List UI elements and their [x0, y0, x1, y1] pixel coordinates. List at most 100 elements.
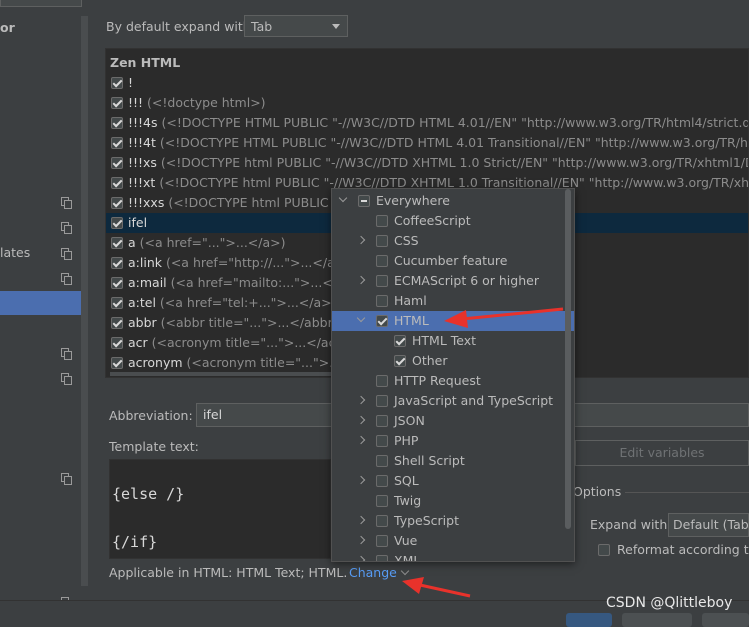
- context-checkbox[interactable]: [376, 375, 388, 387]
- chevron-right-icon[interactable]: [357, 396, 365, 404]
- context-item[interactable]: HTML Text: [332, 331, 574, 351]
- chevron-right-icon[interactable]: [357, 536, 365, 544]
- context-popup[interactable]: EverywhereCoffeeScriptCSSCucumber featur…: [331, 188, 575, 562]
- chevron-right-icon[interactable]: [357, 476, 365, 484]
- template-description: (<acronym title="...">...</acron: [148, 335, 356, 350]
- template-enabled-checkbox[interactable]: [111, 77, 123, 89]
- sidebar-scrollbar[interactable]: [81, 16, 88, 586]
- template-enabled-checkbox[interactable]: [111, 317, 123, 329]
- chevron-right-icon[interactable]: [357, 556, 365, 562]
- context-item[interactable]: Haml: [332, 291, 574, 311]
- template-enabled-checkbox[interactable]: [111, 297, 123, 309]
- context-checkbox[interactable]: [376, 515, 388, 527]
- context-checkbox[interactable]: [376, 475, 388, 487]
- ok-button[interactable]: [566, 613, 612, 627]
- template-enabled-checkbox[interactable]: [111, 257, 123, 269]
- options-divider: [625, 492, 749, 493]
- chevron-right-icon[interactable]: [357, 436, 365, 444]
- template-text-editor[interactable]: {else /} {/if}: [109, 459, 331, 559]
- context-item[interactable]: ECMAScript 6 or higher: [332, 271, 574, 291]
- context-item[interactable]: Everywhere: [332, 191, 574, 211]
- context-item[interactable]: Other: [332, 351, 574, 371]
- context-item[interactable]: PHP: [332, 431, 574, 451]
- sidebar-item-live-templates[interactable]: lates: [0, 245, 30, 260]
- chevron-right-icon[interactable]: [357, 236, 365, 244]
- template-enabled-checkbox[interactable]: [111, 137, 123, 149]
- context-checkbox[interactable]: [376, 495, 388, 507]
- arrow-line-change: [420, 585, 470, 596]
- template-row[interactable]: !: [106, 73, 749, 93]
- context-item[interactable]: Vue: [332, 531, 574, 551]
- context-item-label: Twig: [394, 493, 421, 508]
- template-row[interactable]: !!!4s (<!DOCTYPE HTML PUBLIC "-//W3C//DT…: [106, 113, 749, 133]
- template-row[interactable]: !!! (<!doctype html>): [106, 93, 749, 113]
- context-item-label: HTML: [394, 313, 429, 328]
- context-checkbox[interactable]: [376, 275, 388, 287]
- template-enabled-checkbox[interactable]: [111, 277, 123, 289]
- copy-icon: [61, 348, 71, 358]
- context-checkbox[interactable]: [376, 395, 388, 407]
- expand-with-select[interactable]: Default (Tab): [668, 513, 749, 537]
- context-item[interactable]: CoffeeScript: [332, 211, 574, 231]
- template-enabled-checkbox[interactable]: [111, 157, 123, 169]
- context-checkbox[interactable]: [376, 235, 388, 247]
- context-checkbox[interactable]: [394, 355, 406, 367]
- template-row[interactable]: !!!4t (<!DOCTYPE HTML PUBLIC "-//W3C//DT…: [106, 133, 749, 153]
- change-context-link[interactable]: Change: [349, 565, 408, 580]
- context-item[interactable]: HTML: [332, 311, 574, 331]
- chevron-right-icon[interactable]: [357, 276, 365, 284]
- context-checkbox[interactable]: [376, 315, 388, 327]
- template-enabled-checkbox[interactable]: [111, 117, 123, 129]
- context-checkbox[interactable]: [376, 255, 388, 267]
- chevron-down-icon[interactable]: [357, 314, 365, 322]
- context-item-label: JavaScript and TypeScript: [394, 393, 553, 408]
- context-checkbox[interactable]: [376, 455, 388, 467]
- context-checkbox[interactable]: [376, 215, 388, 227]
- context-checkbox[interactable]: [358, 195, 370, 207]
- sidebar-search-field[interactable]: [0, 0, 82, 7]
- popup-scrollbar[interactable]: [565, 189, 571, 529]
- chevron-right-icon[interactable]: [357, 516, 365, 524]
- template-line: {/if}: [112, 533, 157, 551]
- template-enabled-checkbox[interactable]: [111, 177, 123, 189]
- tree-horizontal-scrollbar[interactable]: [110, 372, 340, 376]
- default-expand-value: Tab: [251, 19, 272, 34]
- template-key: a:mail: [128, 275, 167, 290]
- chevron-down-icon[interactable]: [339, 194, 347, 202]
- template-enabled-checkbox[interactable]: [111, 217, 123, 229]
- context-item[interactable]: Shell Script: [332, 451, 574, 471]
- sidebar-item-editor[interactable]: or: [0, 20, 15, 35]
- sidebar-selected-item[interactable]: [0, 291, 88, 315]
- apply-button[interactable]: [702, 613, 749, 627]
- context-checkbox[interactable]: [376, 295, 388, 307]
- default-expand-select[interactable]: Tab: [244, 15, 348, 37]
- context-item[interactable]: XML: [332, 551, 574, 562]
- chevron-right-icon[interactable]: [357, 416, 365, 424]
- cancel-button[interactable]: [622, 613, 692, 627]
- context-item[interactable]: SQL: [332, 471, 574, 491]
- context-item[interactable]: JavaScript and TypeScript: [332, 391, 574, 411]
- template-enabled-checkbox[interactable]: [111, 357, 123, 369]
- reformat-checkbox[interactable]: [598, 544, 610, 556]
- template-key: !: [128, 75, 133, 90]
- context-checkbox[interactable]: [376, 435, 388, 447]
- context-checkbox[interactable]: [376, 415, 388, 427]
- context-item[interactable]: TypeScript: [332, 511, 574, 531]
- template-description: (<abbr title="...">...</abbr>): [157, 315, 348, 330]
- context-item[interactable]: CSS: [332, 231, 574, 251]
- watermark-text: CSDN @Qlittleboy: [606, 595, 732, 611]
- context-item[interactable]: HTTP Request: [332, 371, 574, 391]
- context-checkbox[interactable]: [394, 335, 406, 347]
- template-enabled-checkbox[interactable]: [111, 197, 123, 209]
- template-row[interactable]: !!!xs (<!DOCTYPE html PUBLIC "-//W3C//DT…: [106, 153, 749, 173]
- edit-variables-button[interactable]: Edit variables: [575, 440, 749, 466]
- template-enabled-checkbox[interactable]: [111, 237, 123, 249]
- context-checkbox[interactable]: [376, 555, 388, 562]
- template-enabled-checkbox[interactable]: [111, 97, 123, 109]
- template-enabled-checkbox[interactable]: [111, 337, 123, 349]
- context-checkbox[interactable]: [376, 535, 388, 547]
- context-item[interactable]: Cucumber feature: [332, 251, 574, 271]
- context-item[interactable]: JSON: [332, 411, 574, 431]
- context-item[interactable]: Twig: [332, 491, 574, 511]
- template-key: a:tel: [128, 295, 156, 310]
